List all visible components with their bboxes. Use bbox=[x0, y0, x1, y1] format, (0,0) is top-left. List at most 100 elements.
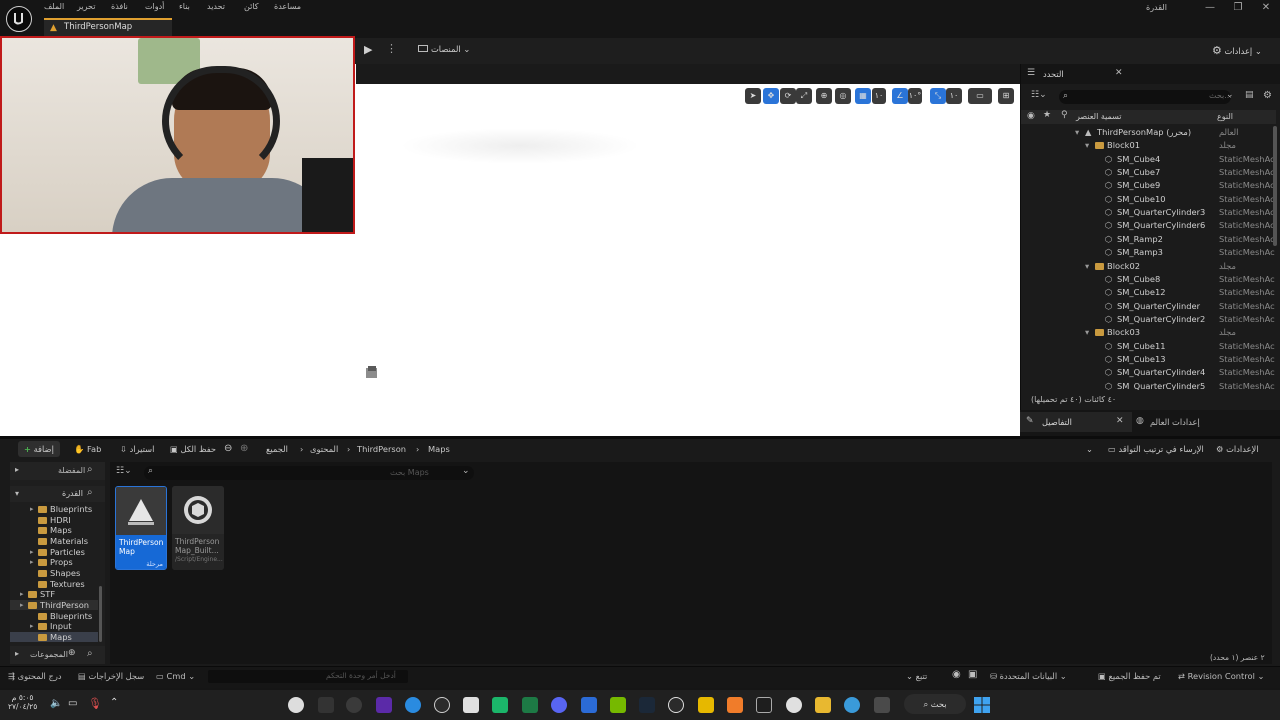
tab-details[interactable]: ✎ التفاصيل ✕ bbox=[1020, 412, 1132, 432]
more-options-icon[interactable]: ⋮ bbox=[386, 42, 397, 55]
breadcrumb-maps[interactable]: Maps bbox=[428, 439, 450, 459]
copilot-icon[interactable] bbox=[844, 697, 860, 713]
outliner-row[interactable]: ▾ Block03 مجلد bbox=[1021, 326, 1276, 339]
menu-window[interactable]: نافذة bbox=[111, 2, 128, 14]
outliner-row[interactable]: ⬡ SM_Cube8 StaticMeshAc bbox=[1021, 273, 1276, 286]
save-all-button[interactable]: ▣ حفظ الكل bbox=[170, 439, 216, 459]
angle-snap-icon[interactable]: ∠ bbox=[892, 88, 908, 104]
folder-tree-item[interactable]: ▸ STF bbox=[10, 589, 98, 600]
menu-actor[interactable]: كائن bbox=[244, 2, 259, 14]
epic-games-icon[interactable] bbox=[756, 697, 772, 713]
outliner-row[interactable]: ⬡ SM_QuarterCylinder3 StaticMeshAc bbox=[1021, 206, 1276, 219]
column-label-header[interactable]: تسمية العنصر bbox=[1076, 112, 1122, 121]
folder-tree-item[interactable]: HDRI bbox=[10, 515, 98, 526]
collections-row[interactable]: ▸ المجموعات ⊕ ⌕ bbox=[10, 646, 105, 664]
chevron-down-icon[interactable]: ▾ bbox=[1085, 139, 1089, 152]
chevron-down-icon[interactable]: ▾ bbox=[1075, 126, 1079, 139]
derived-data-button[interactable]: ⛁ البيانات المتحددة ⌄ bbox=[990, 671, 1067, 681]
tab-world-settings[interactable]: ◍ إعدادات العالم bbox=[1134, 412, 1224, 432]
app-icon[interactable] bbox=[318, 697, 334, 713]
platforms-button[interactable]: المنصات ⌄ bbox=[418, 44, 470, 56]
minimize-icon[interactable]: — bbox=[1200, 2, 1220, 13]
outliner-row[interactable]: ⬡ SM_Cube13 StaticMeshAc bbox=[1021, 353, 1276, 366]
player-start-icon[interactable] bbox=[364, 364, 380, 380]
close-window-icon[interactable]: ✕ bbox=[1256, 2, 1276, 13]
outliner-row[interactable]: ⬡ SM_QuarterCylinder5 StaticMeshAc bbox=[1021, 380, 1276, 390]
unreal-taskbar-icon[interactable] bbox=[288, 697, 304, 713]
outliner-row[interactable]: ⬡ SM_Cube7 StaticMeshAc bbox=[1021, 166, 1276, 179]
outliner-row[interactable]: ⬡ SM_Cube4 StaticMeshAc bbox=[1021, 153, 1276, 166]
outliner-scrollbar[interactable] bbox=[1273, 126, 1277, 246]
outliner-row[interactable]: ⬡ SM_Ramp2 StaticMeshAc bbox=[1021, 233, 1276, 246]
search-app-icon[interactable] bbox=[668, 697, 684, 713]
microphone-icon[interactable]: 🎙 bbox=[88, 697, 102, 710]
outliner-row[interactable]: ▾ Block02 مجلد bbox=[1021, 260, 1276, 273]
maximize-icon[interactable]: ❐ bbox=[1228, 2, 1248, 13]
breadcrumb-thirdperson[interactable]: ThirdPerson bbox=[357, 439, 406, 459]
outliner-search-input[interactable]: ⌕ بحث... bbox=[1059, 90, 1232, 104]
scale-icon[interactable]: ⤢ bbox=[796, 88, 812, 104]
dock-layout-button[interactable]: ▭ الإرساء في ترتيب التواقد bbox=[1108, 439, 1204, 459]
asset-search-input[interactable]: ⌕ بحث Maps ⌄ bbox=[144, 466, 474, 480]
scale-snap-value[interactable]: ١٠ bbox=[946, 88, 962, 104]
store-icon[interactable] bbox=[581, 697, 597, 713]
menu-file[interactable]: الملف bbox=[44, 2, 64, 14]
outliner-row[interactable]: ⬡ SM_QuarterCylinder StaticMeshAc bbox=[1021, 300, 1276, 313]
rotate-icon[interactable]: ⟳ bbox=[780, 88, 796, 104]
outliner-row[interactable]: ⬡ SM_QuarterCylinder6 StaticMeshAc bbox=[1021, 219, 1276, 232]
add-collection-icon[interactable]: ⊕ bbox=[68, 648, 76, 658]
breadcrumb-all[interactable]: الجميع bbox=[266, 439, 288, 459]
column-type-header[interactable]: النوع bbox=[1217, 112, 1233, 121]
world-local-icon[interactable]: ⊕ bbox=[816, 88, 832, 104]
angle-snap-value[interactable]: ١٠° bbox=[908, 88, 922, 104]
clock[interactable]: ٥:٠٥ م ٢٧/٠٤/٢٥ bbox=[8, 693, 37, 711]
outliner-row[interactable]: ▾ Block01 مجلد bbox=[1021, 139, 1276, 152]
unreal-logo-icon[interactable] bbox=[6, 6, 32, 32]
grid-snap-icon[interactable]: ▦ bbox=[855, 88, 871, 104]
app-a-icon[interactable] bbox=[727, 697, 743, 713]
chevron-down-icon[interactable]: ⌄ bbox=[1086, 439, 1093, 459]
steam-icon[interactable] bbox=[639, 697, 655, 713]
outliner-row[interactable]: ⬡ SM_Cube9 StaticMeshAc bbox=[1021, 179, 1276, 192]
outliner-row[interactable]: ⬡ SM_QuarterCylinder4 StaticMeshAc bbox=[1021, 366, 1276, 379]
task-view-icon[interactable] bbox=[874, 697, 890, 713]
record-icon[interactable]: ◉ bbox=[952, 669, 961, 680]
console-input[interactable]: أدخل أمر وحدة التحكم bbox=[208, 670, 408, 683]
telegram-icon[interactable] bbox=[405, 697, 421, 713]
chevron-up-icon[interactable]: ⌃ bbox=[110, 697, 118, 708]
chevron-down-icon[interactable]: ▾ bbox=[1085, 326, 1089, 339]
scale-snap-icon[interactable]: ⤡ bbox=[930, 88, 946, 104]
menu-help[interactable]: مساعدة bbox=[274, 2, 301, 14]
surface-snap-icon[interactable]: ◎ bbox=[835, 88, 851, 104]
windows-start-icon[interactable] bbox=[974, 697, 990, 713]
folder-tree-item[interactable]: Materials bbox=[10, 536, 98, 547]
search-icon[interactable]: ⌕ bbox=[87, 648, 93, 659]
folder-tree-item[interactable]: ▸ ThirdPerson bbox=[10, 599, 98, 611]
clock-app-icon[interactable] bbox=[434, 697, 450, 713]
network-icon[interactable]: ▭ bbox=[68, 698, 77, 709]
folder-tree-item[interactable]: Maps bbox=[10, 631, 98, 643]
import-button[interactable]: ⇩ استيراد bbox=[120, 439, 154, 459]
search-icon[interactable]: ⌕ bbox=[87, 464, 93, 475]
outliner-row[interactable]: ⬡ SM_Cube12 StaticMeshAc bbox=[1021, 286, 1276, 299]
rockstar-icon[interactable] bbox=[698, 697, 714, 713]
outliner-row[interactable]: ⬡ SM_Ramp3 StaticMeshAc bbox=[1021, 246, 1276, 259]
history-back-icon[interactable]: ⊖ bbox=[224, 439, 232, 459]
notion-icon[interactable] bbox=[463, 697, 479, 713]
menu-edit[interactable]: تحرير bbox=[77, 2, 95, 14]
visual-studio-icon[interactable] bbox=[376, 697, 392, 713]
settings-button[interactable]: ⚙ إعدادات ⌄ bbox=[1212, 44, 1262, 57]
close-tab-icon[interactable]: ✕ bbox=[1115, 68, 1123, 78]
play-icon[interactable]: ▶ bbox=[364, 43, 372, 56]
save-status[interactable]: ▣ تم حفظ الجميع bbox=[1098, 671, 1161, 681]
folder-tree-item[interactable]: ▸ Input bbox=[10, 621, 98, 632]
maximize-viewport-icon[interactable]: ⊞ bbox=[998, 88, 1014, 104]
outliner-row[interactable]: ▾ ▲ ThirdPersonMap (محرر) العالم bbox=[1021, 126, 1276, 139]
menu-tools[interactable]: أدوات bbox=[145, 2, 164, 14]
folder-tree-item[interactable]: Blueprints bbox=[10, 611, 98, 622]
chevron-down-icon[interactable]: ▾ bbox=[1085, 260, 1089, 273]
asset-tile-builtdata[interactable]: ThirdPerson Map_Built... /Script/Engine.… bbox=[172, 486, 224, 570]
folder-tree-item[interactable]: ▸ Props bbox=[10, 557, 98, 568]
content-drawer-button[interactable]: ⇶ درج المحتوى bbox=[8, 671, 62, 681]
chrome-icon[interactable] bbox=[786, 697, 802, 713]
